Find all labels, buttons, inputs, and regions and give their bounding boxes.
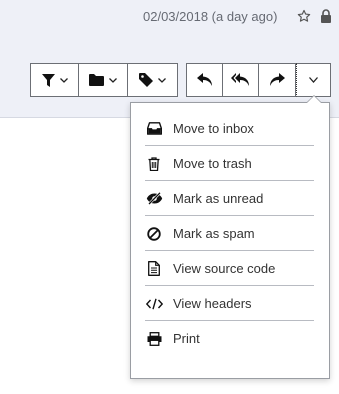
move-to-folder-button[interactable]	[79, 64, 128, 96]
file-text-icon	[148, 261, 160, 276]
trash-icon	[148, 156, 160, 171]
tag-icon	[139, 73, 153, 87]
menu-item-label: Print	[173, 331, 200, 346]
reply-icon	[196, 73, 212, 86]
chevron-down-icon	[158, 77, 166, 83]
menu-item-view-source-code[interactable]: View source code	[145, 251, 314, 286]
ban-icon	[147, 226, 161, 241]
menu-item-mark-as-unread[interactable]: Mark as unread	[145, 181, 314, 216]
chevron-down-icon	[59, 77, 68, 83]
folder-icon	[89, 74, 104, 86]
reply-all-button[interactable]	[223, 64, 259, 96]
chevron-down-icon	[309, 77, 318, 83]
forward-button[interactable]	[259, 64, 295, 96]
menu-item-label: Move to trash	[173, 156, 252, 171]
forward-icon	[270, 73, 285, 86]
more-actions-menu: Move to inbox Move to trash Mark as unre…	[130, 102, 330, 379]
reply-button[interactable]	[187, 64, 223, 96]
more-actions-button[interactable]	[296, 63, 331, 97]
menu-pointer-fill	[307, 96, 321, 103]
eye-slash-icon	[146, 192, 162, 205]
star-icon[interactable]	[297, 9, 311, 23]
filter-icon	[41, 73, 55, 87]
inbox-icon	[146, 122, 162, 135]
menu-item-move-to-inbox[interactable]: Move to inbox	[145, 111, 314, 146]
menu-item-label: Mark as unread	[173, 191, 264, 206]
filter-button[interactable]	[31, 64, 79, 96]
reply-all-icon	[231, 73, 249, 86]
message-actions-group	[30, 63, 178, 97]
code-icon	[145, 298, 163, 309]
menu-item-move-to-trash[interactable]: Move to trash	[145, 146, 314, 181]
reply-actions-group	[186, 63, 296, 97]
chevron-down-icon	[109, 77, 117, 83]
lock-icon	[321, 9, 331, 23]
message-date: 02/03/2018 (a day ago)	[143, 9, 278, 24]
printer-icon	[147, 331, 161, 346]
menu-item-label: View source code	[173, 261, 276, 276]
menu-item-label: Mark as spam	[173, 226, 255, 241]
message-header: 02/03/2018 (a day ago)	[0, 0, 339, 118]
menu-item-label: Move to inbox	[173, 121, 254, 136]
menu-item-view-headers[interactable]: View headers	[145, 286, 314, 321]
menu-item-print[interactable]: Print	[145, 321, 314, 356]
menu-item-label: View headers	[173, 296, 252, 311]
menu-item-mark-as-spam[interactable]: Mark as spam	[145, 216, 314, 251]
tag-button[interactable]	[128, 64, 177, 96]
